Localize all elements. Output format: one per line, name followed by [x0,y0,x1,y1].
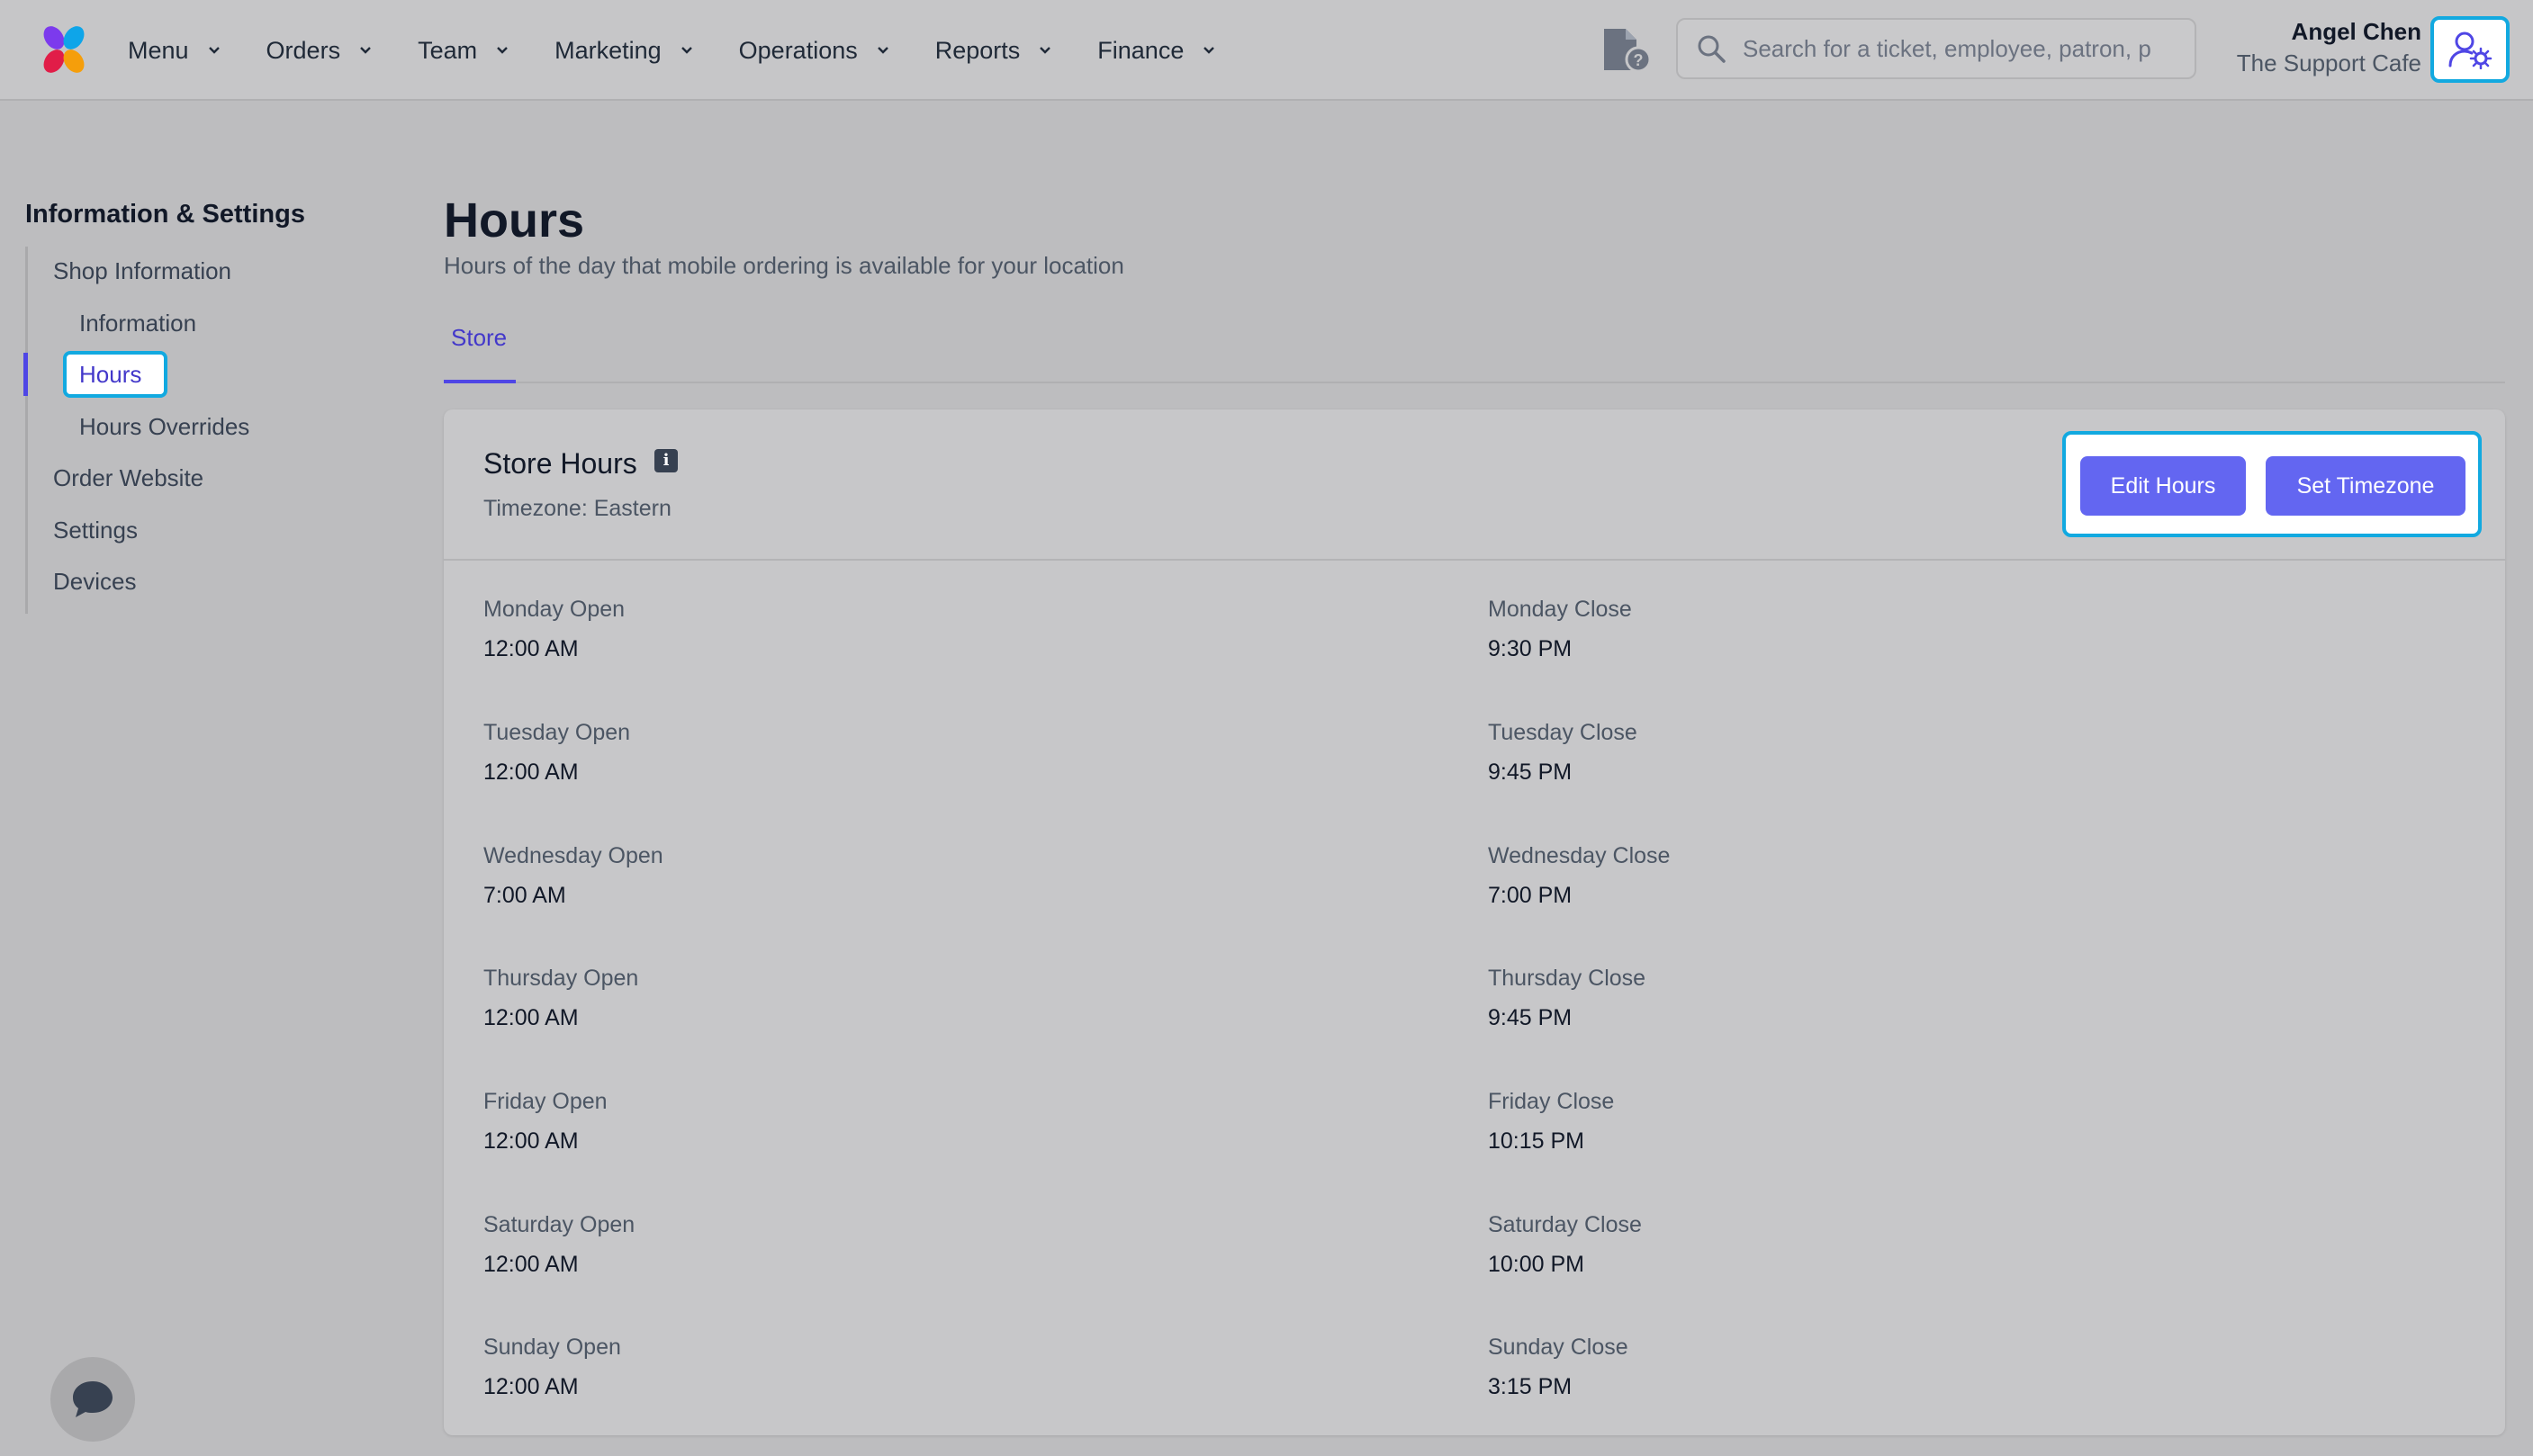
user-settings-button[interactable] [2430,16,2510,83]
day-close-label: Thursday Close [1488,966,1646,991]
page-title: Hours [444,193,585,247]
search-icon [1698,35,1726,63]
chevron-down-icon [681,47,692,54]
chevron-down-icon [1203,47,1215,54]
user-org: The Support Cafe [2236,49,2421,76]
nav-reports-label: Reports [934,36,1021,64]
card-title: Store Hours [483,447,637,480]
user-gear-icon [2448,31,2492,69]
chat-bubble-icon [73,1381,113,1417]
nav-team-label: Team [418,36,478,64]
nav-finance-label: Finance [1097,36,1185,64]
card-header: Store Hours i Timezone: Eastern Edit Hou… [444,409,2505,561]
top-navigation-bar: Menu Orders Team Marketing Operations Re… [0,0,2533,101]
card-actions: Edit Hours Set Timezone [2062,431,2482,537]
sidebar-item-shop-information[interactable]: Shop Information [53,257,231,285]
day-close-label: Saturday Close [1488,1212,1642,1237]
nav-menu[interactable]: Menu [128,37,223,65]
nav-reports[interactable]: Reports [935,37,1055,65]
svg-text:?: ? [1634,51,1644,69]
document-question-icon[interactable]: ? [1600,25,1653,74]
store-hours-card: Store Hours i Timezone: Eastern Edit Hou… [444,409,2505,1435]
thursday-close: Thursday Close 9:45 PM [1488,964,1645,1032]
day-close-label: Tuesday Close [1488,720,1637,745]
chevron-down-icon [877,47,888,54]
day-open-value: 12:00 AM [483,1128,579,1154]
info-icon[interactable]: i [654,449,678,472]
chevron-down-icon [208,47,220,54]
tuesday-open: Tuesday Open 12:00 AM [483,718,630,786]
nav-team[interactable]: Team [418,37,511,65]
nav-menu-label: Menu [128,36,189,64]
day-open-value: 7:00 AM [483,883,566,908]
sunday-open: Sunday Open 12:00 AM [483,1333,621,1401]
nav-finance[interactable]: Finance [1097,37,1218,65]
global-search[interactable] [1676,18,2196,79]
nav-marketing[interactable]: Marketing [554,37,696,65]
day-open-label: Wednesday Open [483,843,663,868]
timezone-text: Timezone: Eastern [483,496,672,521]
monday-open: Monday Open 12:00 AM [483,595,625,663]
nav-operations[interactable]: Operations [739,37,892,65]
main-nav: Menu Orders Team Marketing Operations Re… [128,0,1261,101]
sidebar-item-hours[interactable]: Hours [63,351,167,398]
sidebar-active-indicator [23,353,28,396]
sidebar-item-order-website[interactable]: Order Website [53,464,203,492]
day-open-label: Saturday Open [483,1212,636,1237]
sunday-close: Sunday Close 3:15 PM [1488,1333,1628,1401]
day-close-label: Monday Close [1488,597,1632,622]
day-close-value: 7:00 PM [1488,883,1573,908]
chat-launcher-button[interactable] [50,1357,135,1442]
day-close-value: 9:45 PM [1488,759,1573,785]
chevron-down-icon [1040,47,1051,54]
day-close-value: 10:00 PM [1488,1252,1585,1277]
day-close-value: 10:15 PM [1488,1128,1585,1154]
saturday-close: Saturday Close 10:00 PM [1488,1210,1642,1279]
sidebar-item-hours-overrides[interactable]: Hours Overrides [79,413,249,441]
friday-open: Friday Open 12:00 AM [483,1087,608,1155]
wednesday-close: Wednesday Close 7:00 PM [1488,841,1670,910]
sidebar-title: Information & Settings [25,200,305,229]
edit-hours-button[interactable]: Edit Hours [2080,456,2246,516]
sidebar-item-devices[interactable]: Devices [53,568,136,596]
day-open-label: Friday Open [483,1089,608,1114]
day-close-value: 3:15 PM [1488,1374,1573,1399]
day-close-value: 9:45 PM [1488,1005,1573,1030]
nav-marketing-label: Marketing [554,36,662,64]
thursday-open: Thursday Open 12:00 AM [483,964,638,1032]
day-close-value: 9:30 PM [1488,636,1573,661]
nav-orders[interactable]: Orders [266,37,375,65]
tuesday-close: Tuesday Close 9:45 PM [1488,718,1637,786]
chevron-down-icon [497,47,508,54]
sidebar-item-information[interactable]: Information [79,310,196,337]
day-open-value: 12:00 AM [483,636,579,661]
app-logo-icon[interactable] [36,22,92,77]
saturday-open: Saturday Open 12:00 AM [483,1210,635,1279]
user-info: Angel Chen The Support Cafe [2237,16,2421,79]
day-open-value: 12:00 AM [483,759,579,785]
nav-operations-label: Operations [738,36,858,64]
chevron-down-icon [360,47,371,54]
monday-close: Monday Close 9:30 PM [1488,595,1632,663]
search-input[interactable] [1743,34,2175,63]
page-subtitle: Hours of the day that mobile ordering is… [444,252,1124,279]
day-open-value: 12:00 AM [483,1005,579,1030]
wednesday-open: Wednesday Open 7:00 AM [483,841,663,910]
day-close-label: Friday Close [1488,1089,1615,1114]
friday-close: Friday Close 10:15 PM [1488,1087,1614,1155]
day-open-label: Thursday Open [483,966,639,991]
tab-bar: Store [444,324,2505,383]
user-name: Angel Chen [2291,18,2421,45]
day-open-value: 12:00 AM [483,1374,579,1399]
set-timezone-button[interactable]: Set Timezone [2266,456,2465,516]
day-open-label: Sunday Open [483,1335,621,1360]
day-open-value: 12:00 AM [483,1252,579,1277]
day-open-label: Monday Open [483,597,626,622]
sidebar-item-settings[interactable]: Settings [53,517,138,544]
nav-orders-label: Orders [266,36,341,64]
day-open-label: Tuesday Open [483,720,631,745]
tab-store[interactable]: Store [444,324,516,383]
day-close-label: Sunday Close [1488,1335,1628,1360]
day-close-label: Wednesday Close [1488,843,1671,868]
